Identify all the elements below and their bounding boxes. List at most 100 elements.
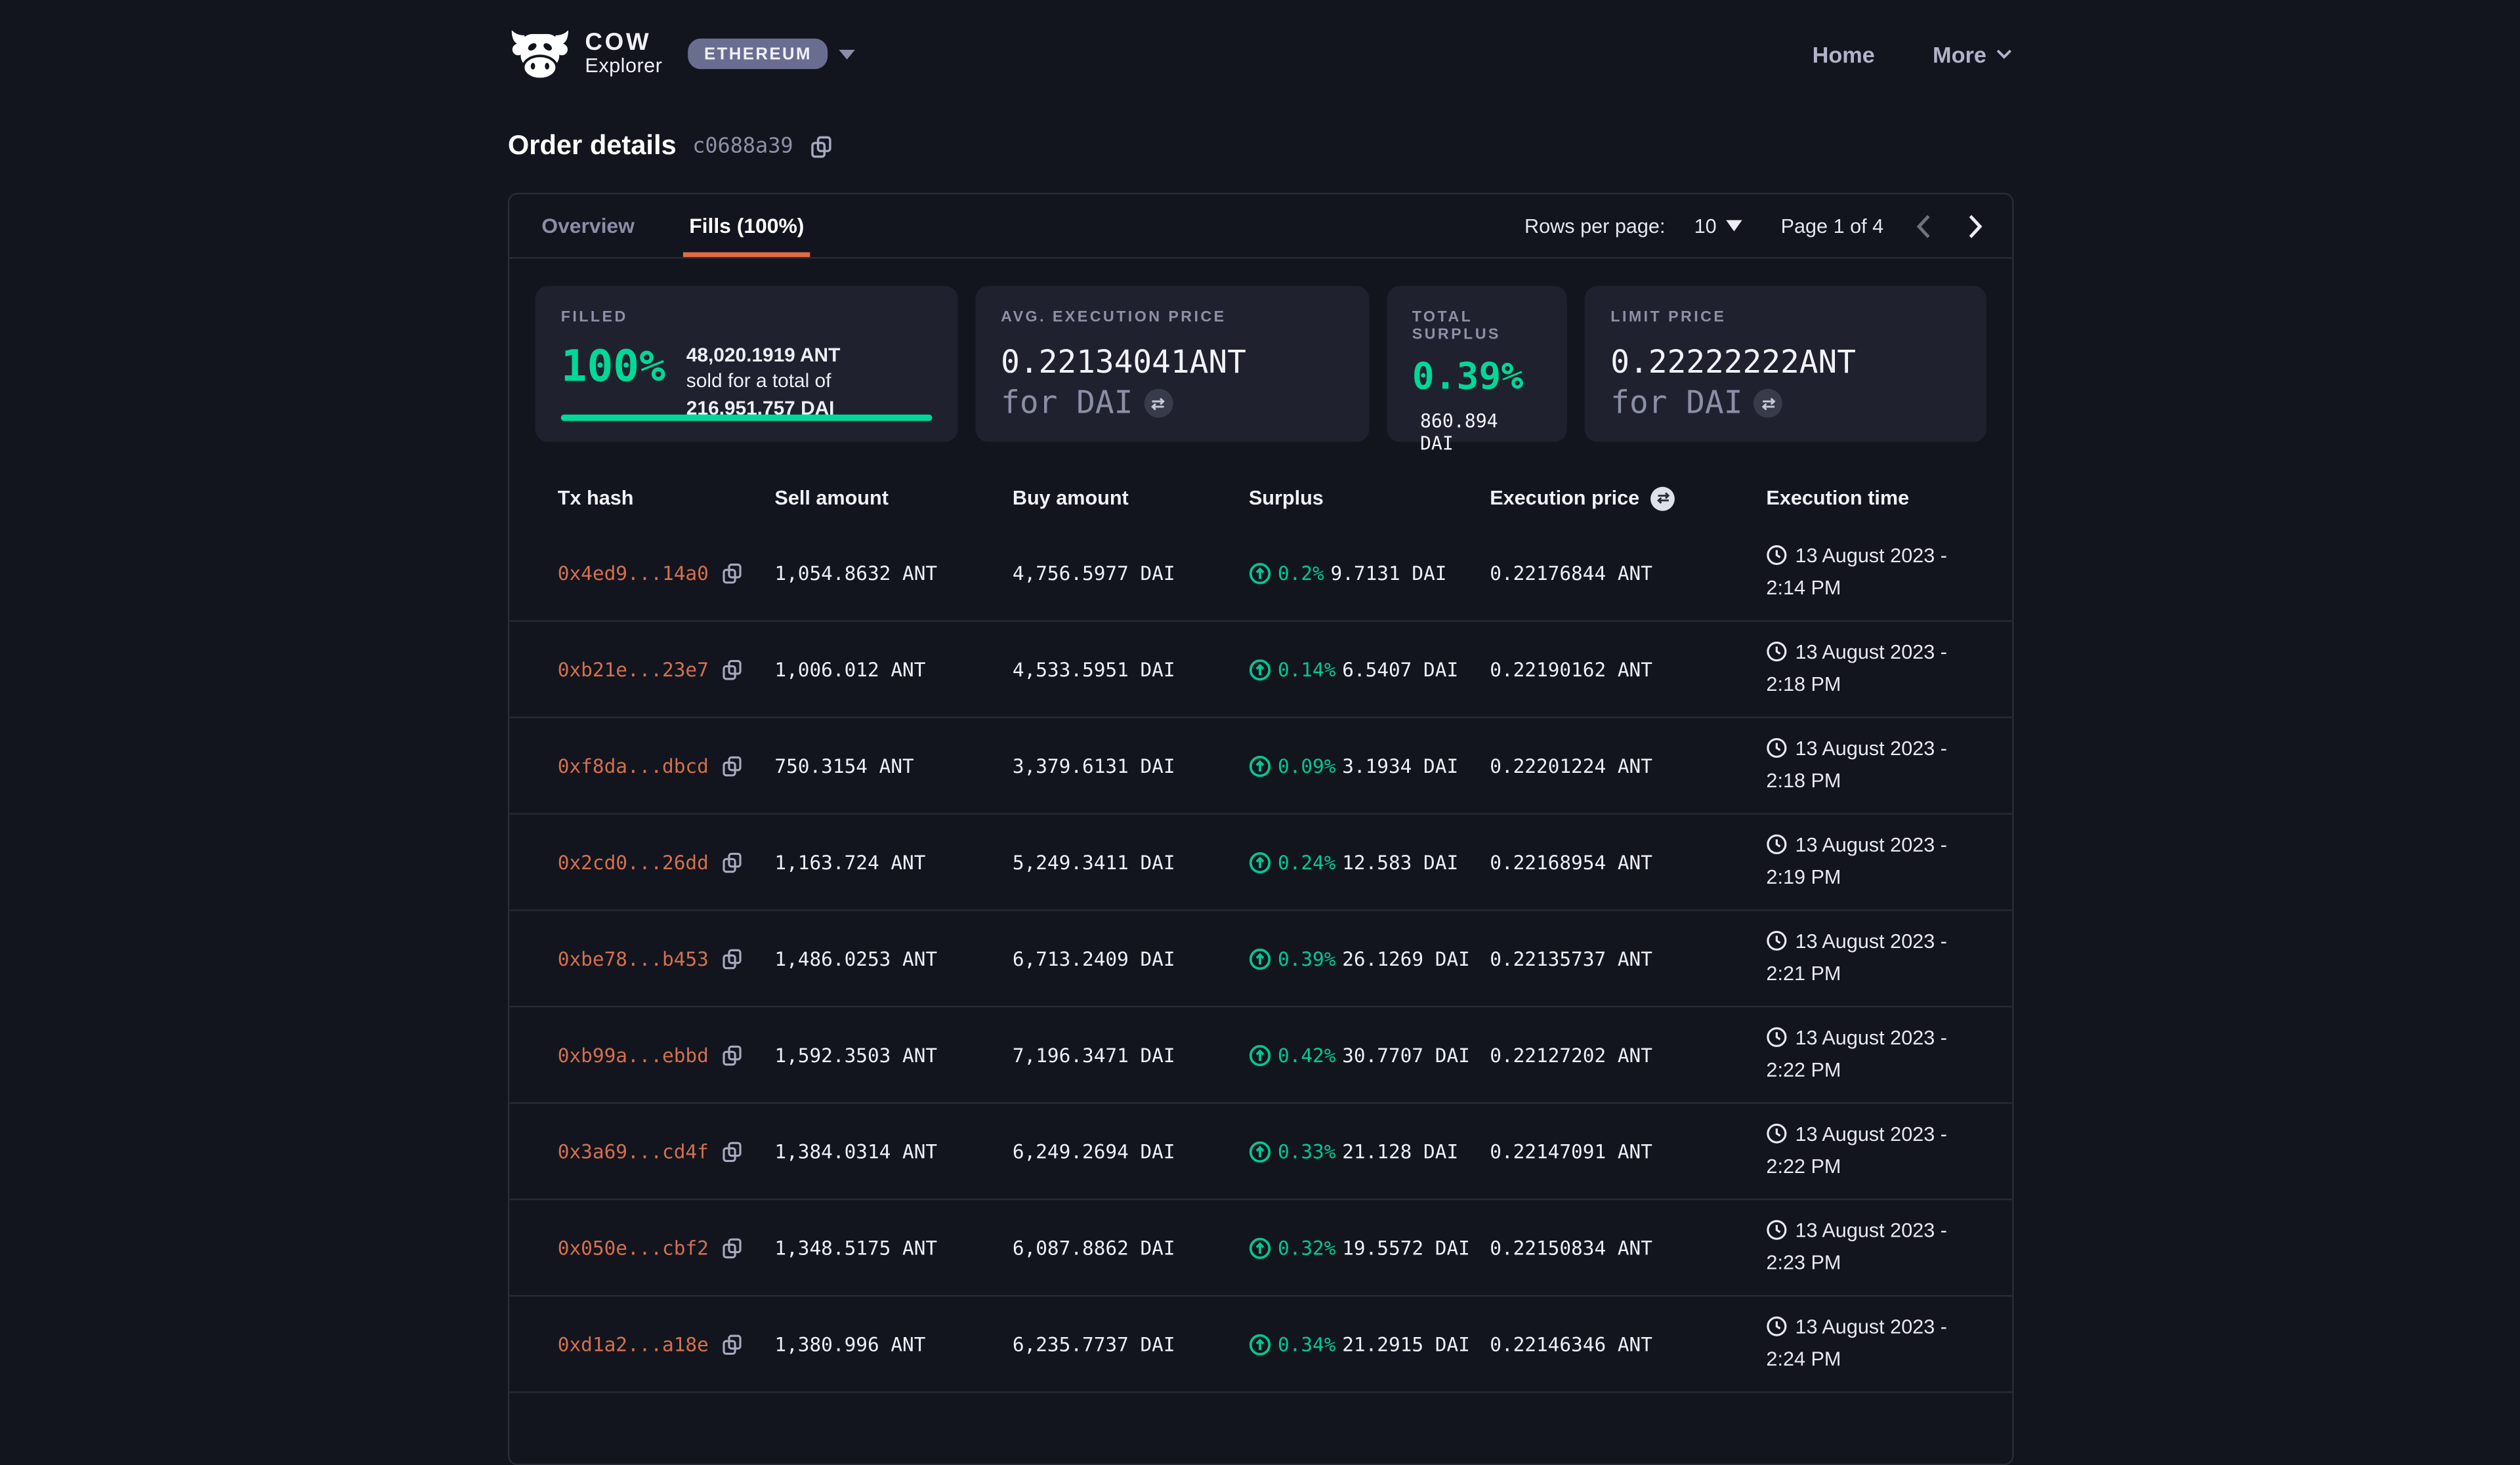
tx-hash-link[interactable]: 0xf8da...dbcd [558,754,709,777]
copy-icon[interactable] [809,134,831,158]
next-page-button[interactable] [1964,210,1986,242]
buy-amount-cell: 3,379.6131 DAI [1013,754,1249,777]
avg-execution-price-card: AVG. EXECUTION PRICE 0.22134041ANT for D… [975,286,1369,442]
surplus-cell: 0.24% 12.583 DAI [1249,851,1490,873]
tabbar: Overview Fills (100%) Rows per page: 10 … [509,194,2012,258]
surplus-cell: 0.14% 6.5407 DAI [1249,658,1490,680]
execution-time-cell: 13 August 2023 - 2:24 PM [1766,1313,1989,1375]
invert-execution-price-button[interactable] [1650,486,1675,510]
limit-price-unit-text: for DAI [1610,383,1742,424]
nav-more[interactable]: More [1933,41,2012,66]
avg-execution-price-unit: for DAI [1001,383,1343,424]
swap-arrows-icon [1759,394,1777,412]
execution-price-cell: 0.22201224 ANT [1490,754,1766,777]
surplus-percent: 0.14% [1278,658,1335,680]
surplus-up-icon [1249,1044,1271,1066]
sell-amount-cell: 1,054.8632 ANT [774,562,1012,584]
execution-time-cell: 13 August 2023 - 2:21 PM [1766,927,1989,989]
limit-price-unit: for DAI [1610,383,1960,424]
tabbar-spacer [852,194,1524,257]
buy-amount-cell: 5,249.3411 DAI [1013,851,1249,873]
tx-hash-link[interactable]: 0xb21e...23e7 [558,658,709,680]
surplus-up-icon [1249,1236,1271,1258]
table-row: 0xbe78...b453 1,486.0253 ANT 6,713.2409 … [509,911,2012,1008]
buy-amount-cell: 6,713.2409 DAI [1013,947,1249,970]
tx-hash-link[interactable]: 0xd1a2...a18e [558,1332,709,1355]
filled-card: FILLED 100% 48,020.1919 ANT sold for a t… [536,286,957,442]
copy-icon[interactable] [721,947,742,970]
col-surplus: Surplus [1249,487,1490,509]
limit-price-card: LIMIT PRICE 0.22222222ANT for DAI [1585,286,1986,442]
surplus-amount: 26.1269 DAI [1342,947,1470,970]
surplus-cell: 0.39% 26.1269 DAI [1249,947,1490,970]
tx-hash-link[interactable]: 0xbe78...b453 [558,947,709,970]
network-selector[interactable]: ETHEREUM [688,39,856,70]
filled-amount: 48,020.1919 ANT [686,344,841,366]
surplus-amount: 9.7131 DAI [1331,562,1447,584]
clock-icon [1766,737,1787,758]
surplus-up-icon [1249,947,1271,970]
copy-icon[interactable] [721,562,742,584]
table-body: 0x4ed9...14a0 1,054.8632 ANT 4,756.5977 … [509,526,2012,1393]
tx-hash-link[interactable]: 0x050e...cbf2 [558,1236,709,1258]
avg-price-unit-text: for DAI [1001,383,1133,424]
surplus-cell: 0.33% 21.128 DAI [1249,1140,1490,1163]
sell-amount-cell: 1,486.0253 ANT [774,947,1012,970]
surplus-cell: 0.2% 9.7131 DAI [1249,562,1490,584]
tab-overview[interactable]: Overview [536,194,641,257]
pagination: Rows per page: 10 Page 1 of 4 [1524,194,1986,257]
cow-icon [508,28,572,79]
clock-icon [1766,1123,1787,1144]
swap-arrows-icon [1654,490,1670,506]
nav-home[interactable]: Home [1813,41,1875,66]
table-row: 0x2cd0...26dd 1,163.724 ANT 5,249.3411 D… [509,815,2012,911]
total-surplus-label: TOTAL SURPLUS [1412,308,1542,344]
nav-more-label: More [1933,41,1986,66]
tx-hash-link[interactable]: 0xb99a...ebbd [558,1044,709,1066]
copy-icon[interactable] [721,1140,742,1163]
execution-time-text: 13 August 2023 - 2:22 PM [1766,1123,1947,1177]
sell-amount-cell: 1,163.724 ANT [774,851,1012,873]
execution-price-cell: 0.22176844 ANT [1490,562,1766,584]
surplus-amount: 30.7707 DAI [1342,1044,1470,1066]
copy-icon[interactable] [721,851,742,873]
buy-amount-cell: 4,533.5951 DAI [1013,658,1249,680]
execution-time-cell: 13 August 2023 - 2:19 PM [1766,831,1989,893]
invert-price-button[interactable] [1144,389,1173,418]
copy-icon[interactable] [721,1044,742,1066]
network-badge[interactable]: ETHEREUM [688,39,828,70]
page: COW Explorer ETHEREUM Home More Order de… [0,0,2520,1417]
rows-per-page-select[interactable]: 10 [1694,215,1742,237]
execution-time-text: 13 August 2023 - 2:18 PM [1766,737,1947,791]
copy-icon[interactable] [721,658,742,680]
cow-explorer-logo[interactable]: COW Explorer [508,28,662,79]
tx-hash-cell: 0xd1a2...a18e [558,1332,775,1355]
surplus-up-icon [1249,754,1271,777]
tab-fills[interactable]: Fills (100%) [682,194,810,257]
prev-page-button[interactable] [1912,210,1935,242]
surplus-up-icon [1249,658,1271,680]
surplus-up-icon [1249,562,1271,584]
col-execution-time: Execution time [1766,487,1989,509]
filled-percent: 100% [561,346,665,389]
execution-price-cell: 0.22135737 ANT [1490,947,1766,970]
tx-hash-link[interactable]: 0x3a69...cd4f [558,1140,709,1163]
execution-time-text: 13 August 2023 - 2:23 PM [1766,1220,1947,1273]
table-row: 0xd1a2...a18e 1,380.996 ANT 6,235.7737 D… [509,1296,2012,1393]
order-details-title-row: Order details c0688a39 [508,130,2012,162]
execution-time-text: 13 August 2023 - 2:22 PM [1766,1027,1947,1081]
clock-icon [1766,641,1787,662]
invert-price-button[interactable] [1754,389,1783,418]
table-row: 0xb99a...ebbd 1,592.3503 ANT 7,196.3471 … [509,1008,2012,1104]
sell-amount-cell: 1,592.3503 ANT [774,1044,1012,1066]
total-surplus-percent: 0.39% [1412,360,1542,397]
execution-price-cell: 0.22127202 ANT [1490,1044,1766,1066]
swap-arrows-icon [1150,394,1167,412]
tx-hash-link[interactable]: 0x2cd0...26dd [558,851,709,873]
copy-icon[interactable] [721,1332,742,1355]
execution-price-cell: 0.22190162 ANT [1490,658,1766,680]
copy-icon[interactable] [721,1236,742,1258]
tx-hash-link[interactable]: 0x4ed9...14a0 [558,562,709,584]
chevron-right-icon [1967,213,1983,238]
copy-icon[interactable] [721,754,742,777]
